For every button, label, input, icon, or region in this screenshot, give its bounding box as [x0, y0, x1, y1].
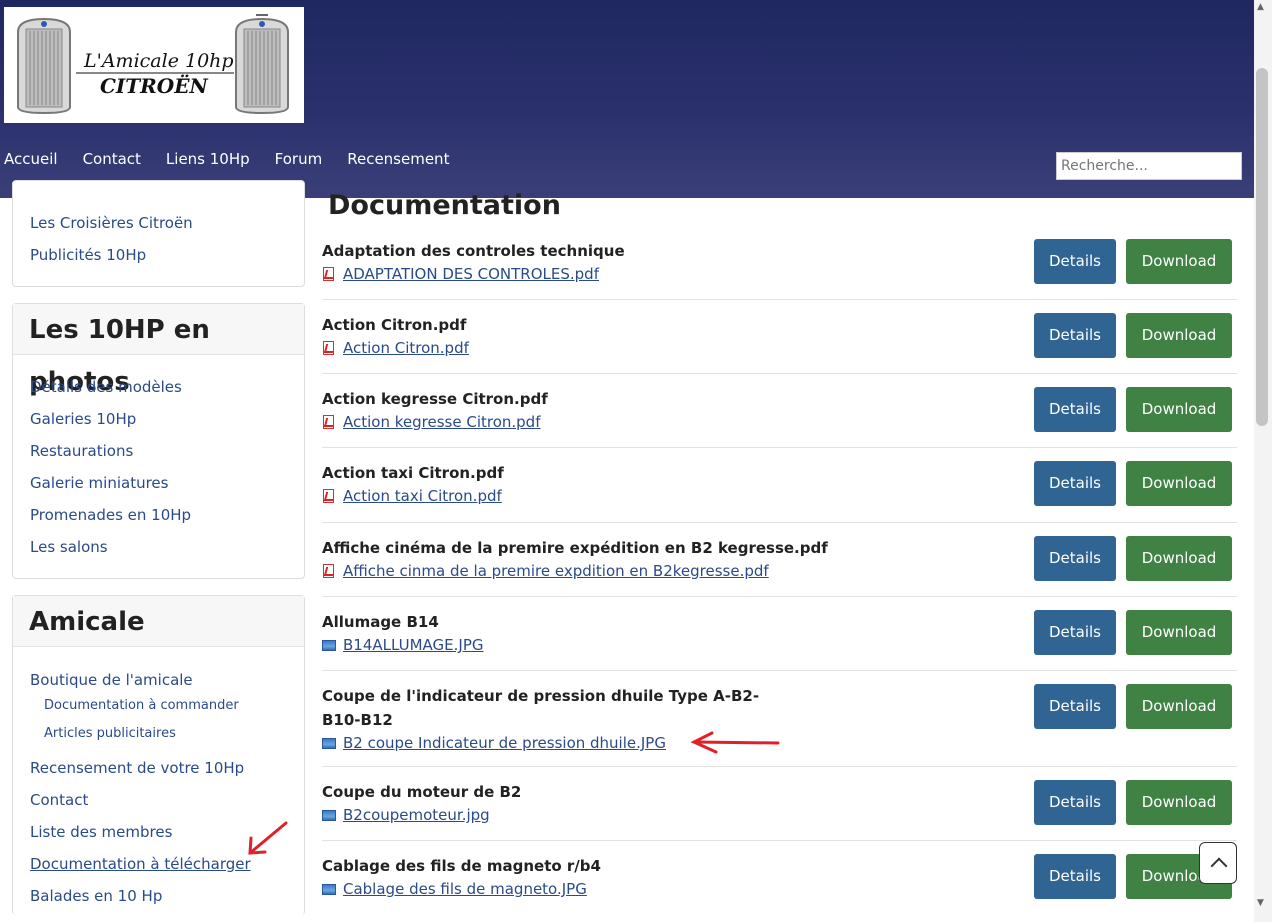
annotation-arrow-icon: [248, 821, 288, 855]
annotation-arrow-icon: [690, 731, 780, 754]
annotation-arrows: [248, 731, 780, 855]
